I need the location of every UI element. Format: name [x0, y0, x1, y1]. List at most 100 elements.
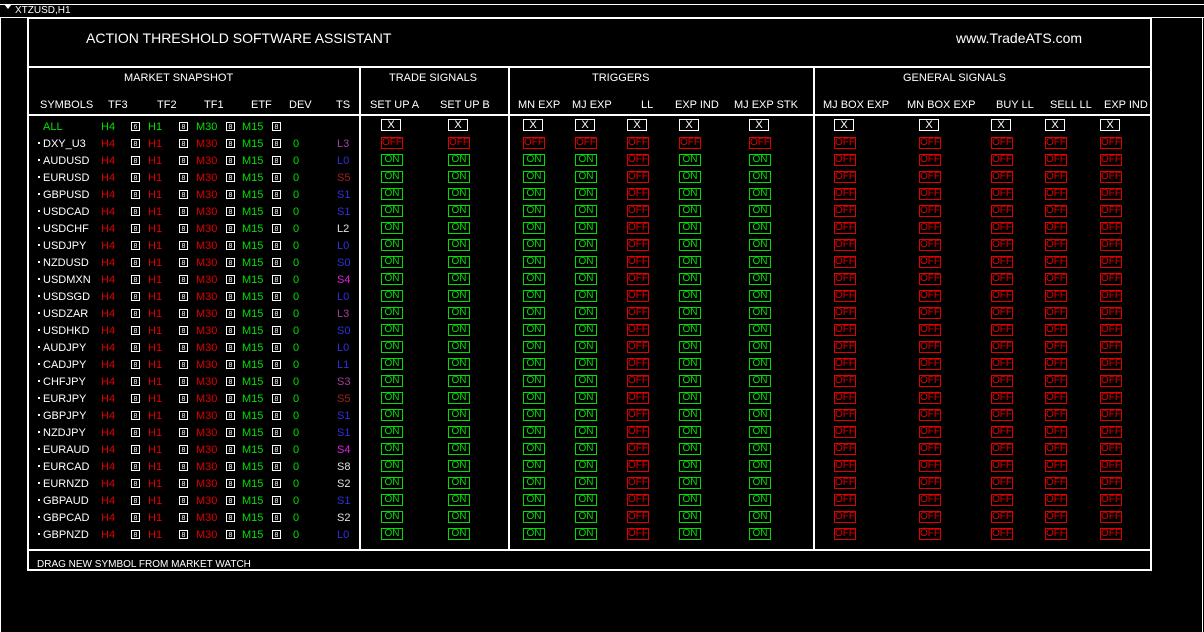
mn-exp-button[interactable]: ON: [523, 273, 545, 285]
buy-ll-button[interactable]: OFF: [991, 409, 1013, 421]
exp-ind-general-button[interactable]: OFF: [1100, 528, 1122, 540]
mj-exp-stk-button[interactable]: ON: [749, 307, 771, 319]
etf-box[interactable]: 8: [272, 190, 281, 199]
tf2-box[interactable]: 8: [179, 224, 188, 233]
buy-ll-button[interactable]: OFF: [991, 460, 1013, 472]
exp-ind-button[interactable]: ON: [679, 477, 701, 489]
set-up-b-button[interactable]: ON: [448, 494, 470, 506]
buy-ll-button[interactable]: OFF: [991, 426, 1013, 438]
tf1-box[interactable]: 8: [226, 479, 235, 488]
tf3-box[interactable]: 8: [131, 241, 140, 250]
tf2-box[interactable]: 8: [179, 207, 188, 216]
etf-box[interactable]: 8: [272, 428, 281, 437]
exp-ind-button[interactable]: ON: [679, 443, 701, 455]
mj-exp-stk-button[interactable]: ON: [749, 494, 771, 506]
tf3-box[interactable]: 8: [131, 292, 140, 301]
tf2-box[interactable]: 8: [179, 411, 188, 420]
tf2-box[interactable]: 8: [179, 190, 188, 199]
buy-ll-button[interactable]: OFF: [991, 443, 1013, 455]
drag-handle-icon[interactable]: [38, 448, 40, 450]
symbol-name[interactable]: USDSGD: [43, 291, 90, 303]
set-up-a-button[interactable]: ON: [381, 171, 403, 183]
sell-ll-button[interactable]: OFF: [1045, 341, 1067, 353]
symbol-name[interactable]: AUDJPY: [43, 342, 86, 354]
mj-exp-stk-button[interactable]: ON: [749, 154, 771, 166]
mj-exp-button[interactable]: ON: [575, 171, 597, 183]
set-up-b-button[interactable]: ON: [448, 443, 470, 455]
symbol-name[interactable]: AUDUSD: [43, 155, 89, 167]
set-up-a-button[interactable]: ON: [381, 341, 403, 353]
drag-handle-icon[interactable]: [38, 227, 40, 229]
set-up-a-button[interactable]: ON: [381, 477, 403, 489]
mn-box-exp-button[interactable]: OFF: [919, 375, 941, 387]
tf1-box[interactable]: 8: [226, 343, 235, 352]
etf-box[interactable]: 8: [272, 394, 281, 403]
exp-ind-button[interactable]: ON: [679, 324, 701, 336]
tf1-box[interactable]: 8: [226, 411, 235, 420]
all-ll-toggle[interactable]: X: [627, 119, 647, 131]
set-up-a-button[interactable]: ON: [381, 358, 403, 370]
set-up-a-button[interactable]: ON: [381, 409, 403, 421]
mn-exp-button[interactable]: ON: [523, 409, 545, 421]
dropdown-arrow-icon[interactable]: [4, 4, 12, 9]
set-up-b-button[interactable]: ON: [448, 341, 470, 353]
mj-box-exp-button[interactable]: OFF: [834, 205, 856, 217]
etf-box[interactable]: 8: [272, 377, 281, 386]
etf-box[interactable]: 8: [272, 241, 281, 250]
tf1-box[interactable]: 8: [226, 326, 235, 335]
set-up-a-button[interactable]: ON: [381, 392, 403, 404]
set-up-a-button[interactable]: ON: [381, 528, 403, 540]
exp-ind-button[interactable]: OFF: [679, 137, 701, 149]
tf3-box[interactable]: 8: [131, 445, 140, 454]
mj-exp-button[interactable]: ON: [575, 256, 597, 268]
drag-handle-icon[interactable]: [38, 380, 40, 382]
tf1-box[interactable]: 8: [226, 377, 235, 386]
set-up-b-button[interactable]: ON: [448, 205, 470, 217]
tf3-box[interactable]: 8: [131, 224, 140, 233]
buy-ll-button[interactable]: OFF: [991, 256, 1013, 268]
symbol-name[interactable]: USDZAR: [43, 308, 88, 320]
mj-exp-stk-button[interactable]: ON: [749, 392, 771, 404]
tf2-box[interactable]: 8: [179, 377, 188, 386]
symbol-name[interactable]: GBPAUD: [43, 495, 89, 507]
exp-ind-general-button[interactable]: OFF: [1100, 205, 1122, 217]
drag-handle-icon[interactable]: [38, 176, 40, 178]
mn-box-exp-button[interactable]: OFF: [919, 358, 941, 370]
drag-handle-icon[interactable]: [38, 278, 40, 280]
mn-exp-button[interactable]: ON: [523, 426, 545, 438]
tf2-box[interactable]: 8: [179, 275, 188, 284]
symbol-name[interactable]: GBPJPY: [43, 410, 86, 422]
mn-box-exp-button[interactable]: OFF: [919, 307, 941, 319]
set-up-b-button[interactable]: ON: [448, 409, 470, 421]
all-set-up-b-toggle[interactable]: X: [448, 119, 468, 131]
buy-ll-button[interactable]: OFF: [991, 273, 1013, 285]
mn-exp-button[interactable]: ON: [523, 443, 545, 455]
ll-button[interactable]: OFF: [627, 171, 649, 183]
mn-box-exp-button[interactable]: OFF: [919, 256, 941, 268]
mn-exp-button[interactable]: ON: [523, 205, 545, 217]
tf3-box[interactable]: 8: [131, 496, 140, 505]
symbol-name[interactable]: USDCHF: [43, 223, 89, 235]
mj-box-exp-button[interactable]: OFF: [834, 477, 856, 489]
sell-ll-button[interactable]: OFF: [1045, 205, 1067, 217]
tf2-box[interactable]: 8: [179, 360, 188, 369]
mj-exp-button[interactable]: ON: [575, 222, 597, 234]
mj-box-exp-button[interactable]: OFF: [834, 256, 856, 268]
symbol-name[interactable]: USDJPY: [43, 240, 86, 252]
tf2-box[interactable]: 8: [179, 258, 188, 267]
ll-button[interactable]: OFF: [627, 358, 649, 370]
mn-box-exp-button[interactable]: OFF: [919, 409, 941, 421]
etf-box[interactable]: 8: [272, 258, 281, 267]
buy-ll-button[interactable]: OFF: [991, 375, 1013, 387]
sell-ll-button[interactable]: OFF: [1045, 477, 1067, 489]
tf2-box[interactable]: 8: [179, 292, 188, 301]
exp-ind-button[interactable]: ON: [679, 511, 701, 523]
drag-handle-icon[interactable]: [38, 516, 40, 518]
ll-button[interactable]: OFF: [627, 460, 649, 472]
buy-ll-button[interactable]: OFF: [991, 171, 1013, 183]
mn-exp-button[interactable]: ON: [523, 256, 545, 268]
exp-ind-button[interactable]: ON: [679, 154, 701, 166]
set-up-b-button[interactable]: ON: [448, 273, 470, 285]
mj-exp-stk-button[interactable]: ON: [749, 239, 771, 251]
mj-exp-stk-button[interactable]: ON: [749, 358, 771, 370]
